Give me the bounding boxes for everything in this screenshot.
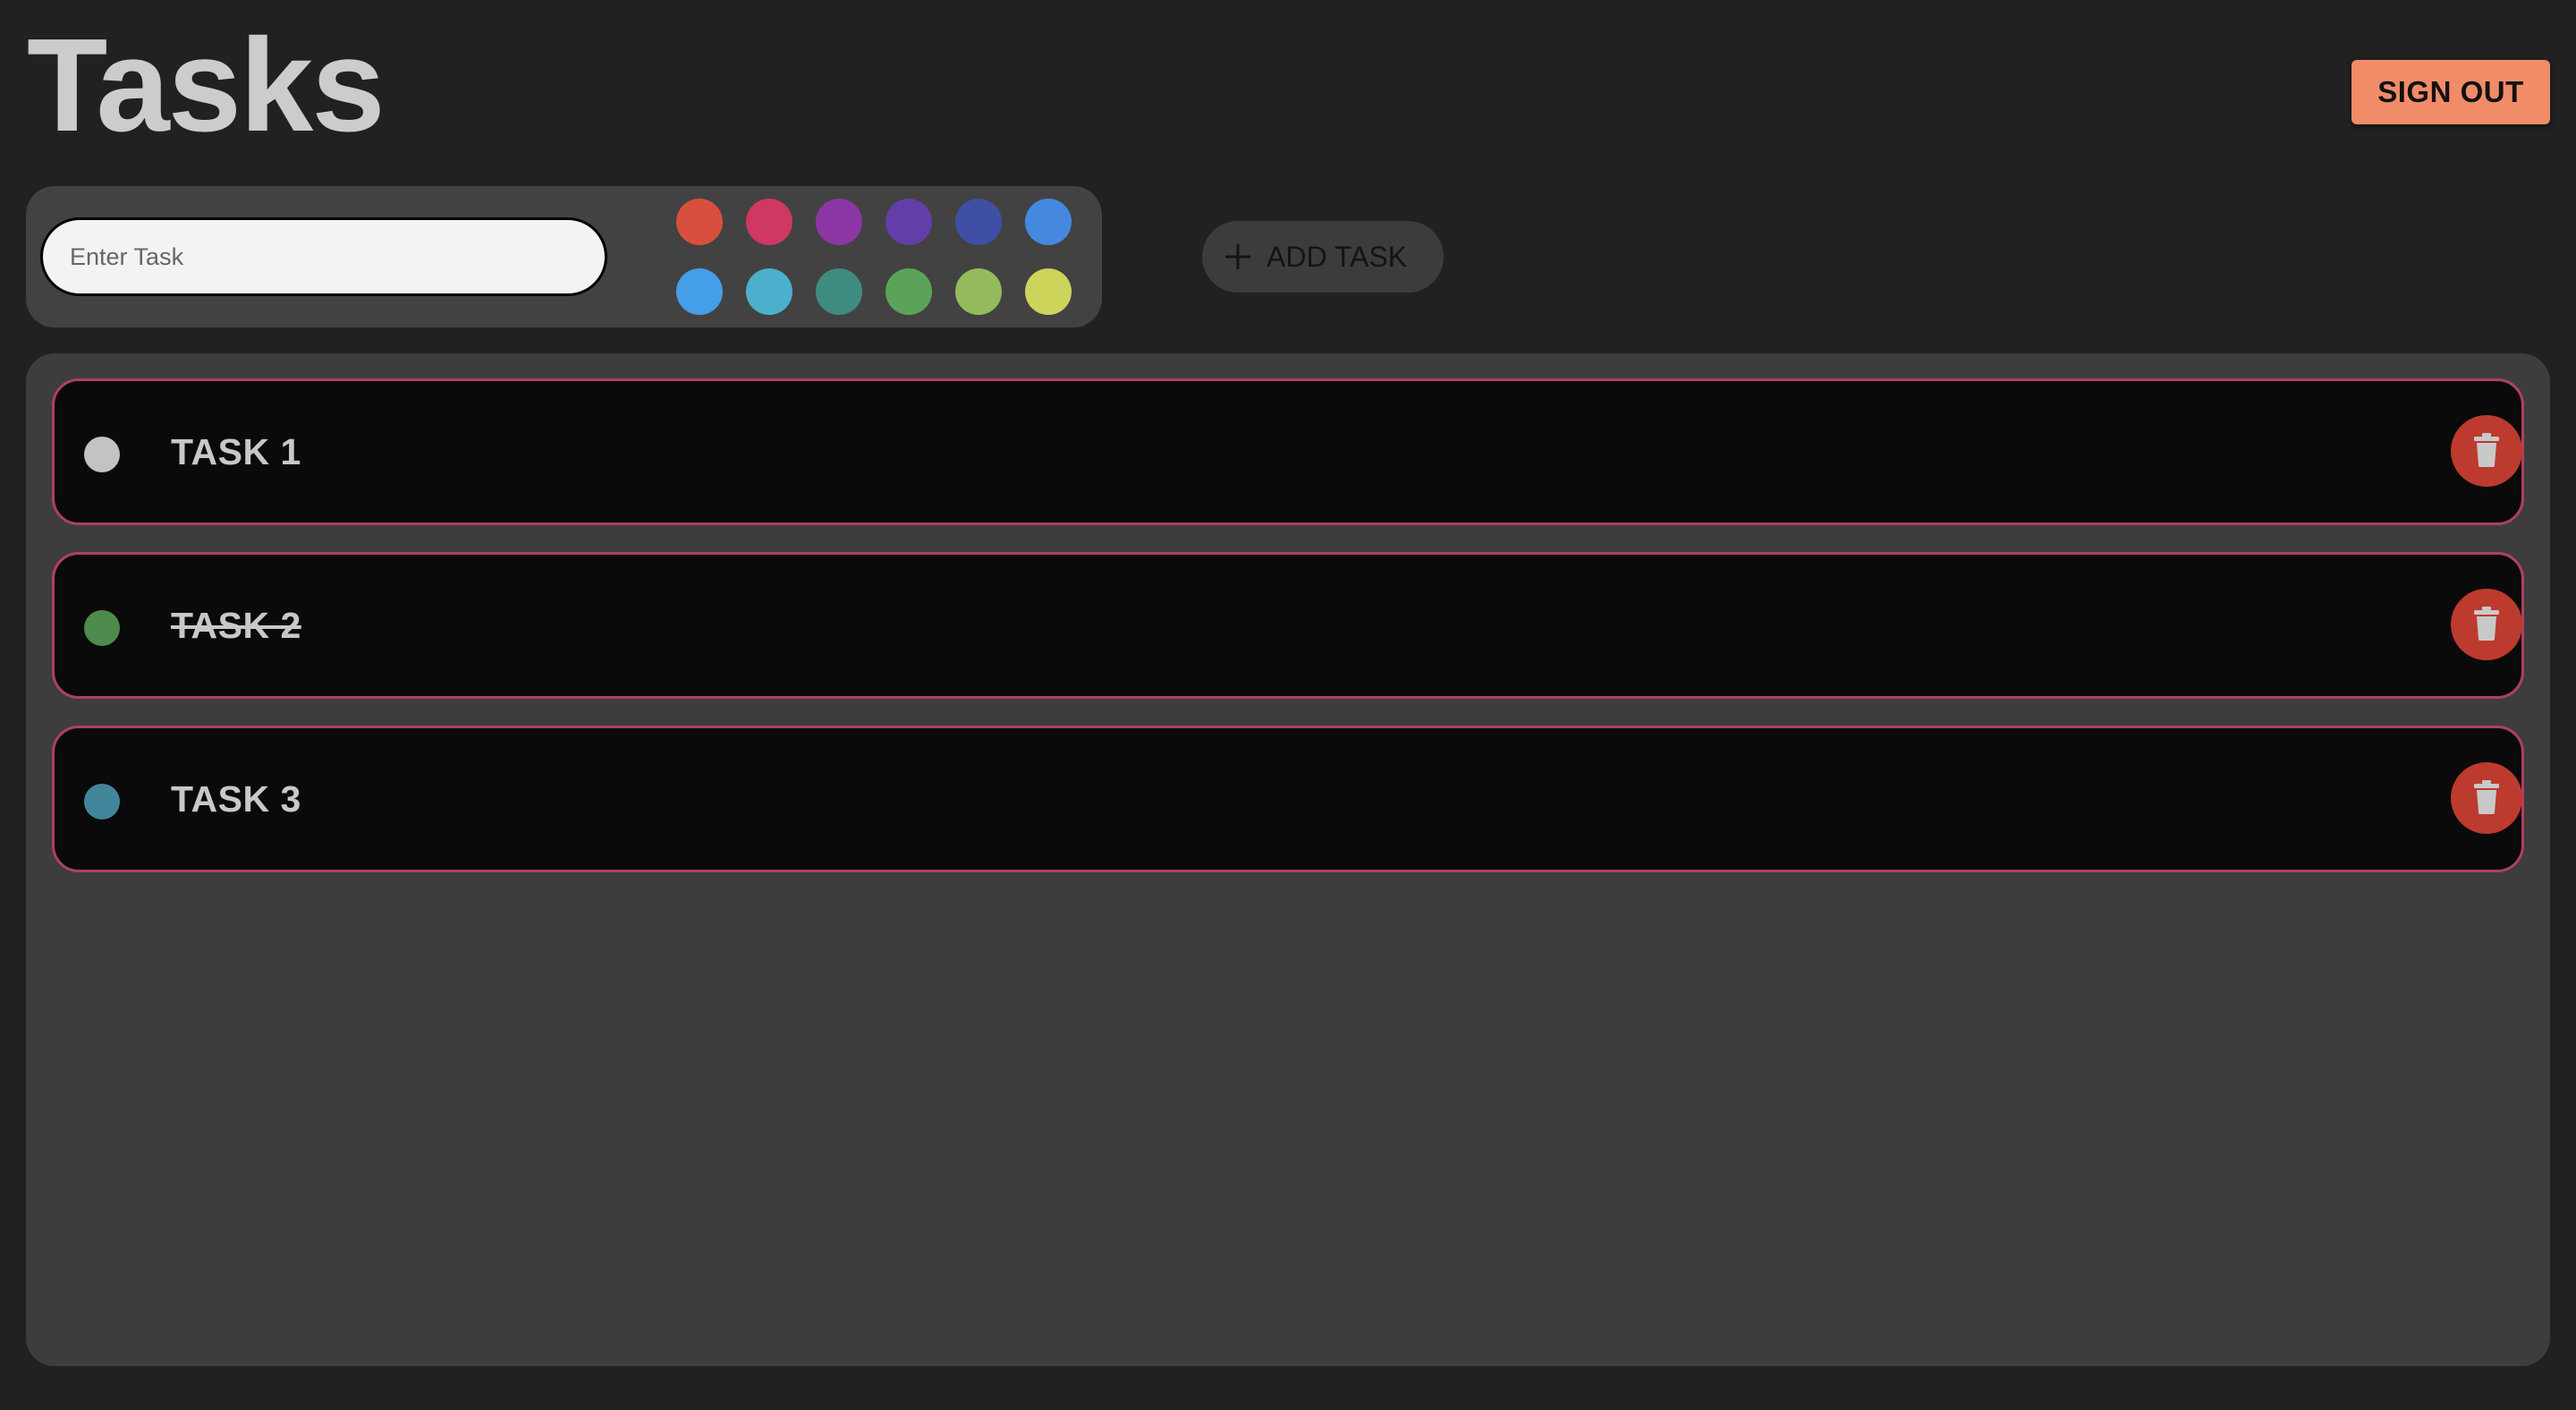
add-task-label: ADD TASK xyxy=(1267,240,1408,273)
delete-task-button[interactable] xyxy=(2451,415,2522,487)
color-swatch[interactable] xyxy=(1025,199,1072,245)
task-list: TASK 1 TASK 2 TASK 3 xyxy=(26,353,2550,1366)
task-label: TASK 3 xyxy=(171,777,301,820)
color-swatch[interactable] xyxy=(1025,268,1072,315)
task-color-dot xyxy=(84,784,120,820)
sign-out-button[interactable]: SIGN OUT xyxy=(2351,60,2550,124)
add-task-button[interactable]: ADD TASK xyxy=(1202,221,1444,293)
task-label: TASK 1 xyxy=(171,430,301,472)
task-composer xyxy=(26,186,1102,327)
delete-task-button[interactable] xyxy=(2451,589,2522,660)
delete-task-button[interactable] xyxy=(2451,762,2522,834)
task-item[interactable]: TASK 1 xyxy=(52,378,2524,525)
task-label: TASK 2 xyxy=(171,604,301,646)
tasks-page: Tasks SIGN OUT ADD TASK TASK 1 xyxy=(0,0,2576,1410)
color-swatch[interactable] xyxy=(886,268,932,315)
task-color-dot xyxy=(84,610,120,646)
color-swatch[interactable] xyxy=(816,199,862,245)
page-title: Tasks xyxy=(27,12,386,159)
trash-icon xyxy=(2473,606,2500,643)
color-swatch[interactable] xyxy=(955,199,1002,245)
color-swatch[interactable] xyxy=(816,268,862,315)
color-swatch[interactable] xyxy=(955,268,1002,315)
color-swatch[interactable] xyxy=(746,268,792,315)
task-input[interactable] xyxy=(40,217,607,296)
color-swatch[interactable] xyxy=(676,199,723,245)
color-swatch[interactable] xyxy=(676,268,723,315)
task-color-dot xyxy=(84,437,120,472)
task-item[interactable]: TASK 2 xyxy=(52,552,2524,699)
trash-icon xyxy=(2473,779,2500,817)
trash-icon xyxy=(2473,432,2500,470)
color-swatch[interactable] xyxy=(886,199,932,245)
color-swatch[interactable] xyxy=(746,199,792,245)
plus-icon xyxy=(1222,241,1254,273)
task-item[interactable]: TASK 3 xyxy=(52,726,2524,872)
